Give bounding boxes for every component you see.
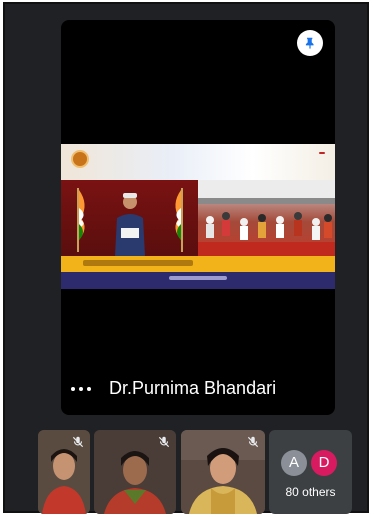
meet-window: Dr.Purnima Bhandari A D 80 others [3,2,369,514]
channel-logo [71,150,89,168]
ceremony-stage [61,180,198,256]
participant-tile[interactable] [38,430,90,514]
pin-button[interactable] [297,30,323,56]
main-speaker-tile[interactable]: Dr.Purnima Bhandari [61,20,335,415]
mic-off-icon [247,436,259,448]
mic-off-icon [158,436,170,448]
broadcast-footer [61,272,335,289]
footer-text [169,276,227,280]
others-tile[interactable]: A D 80 others [269,430,352,514]
broadcast-header [61,144,335,180]
participant-tile[interactable] [181,430,265,514]
flag-left [77,188,85,252]
participant-tile[interactable] [94,430,176,514]
live-tag [319,152,325,154]
news-ticker [61,256,335,272]
crowd-graphic [198,180,335,256]
speaker-name: Dr.Purnima Bhandari [109,378,277,398]
more-options-button[interactable] [71,379,101,399]
pin-icon [305,37,314,49]
others-count-label: 80 others [285,485,336,499]
crowd-scene [198,180,335,256]
more-horiz-icon [71,387,75,391]
avatar: D [311,450,337,476]
shared-screen-video [61,144,335,289]
avatar: A [281,450,307,476]
ticker-text [83,260,193,266]
mic-off-icon [72,436,84,448]
speaker-figure [115,193,145,256]
flag-right [175,188,183,252]
